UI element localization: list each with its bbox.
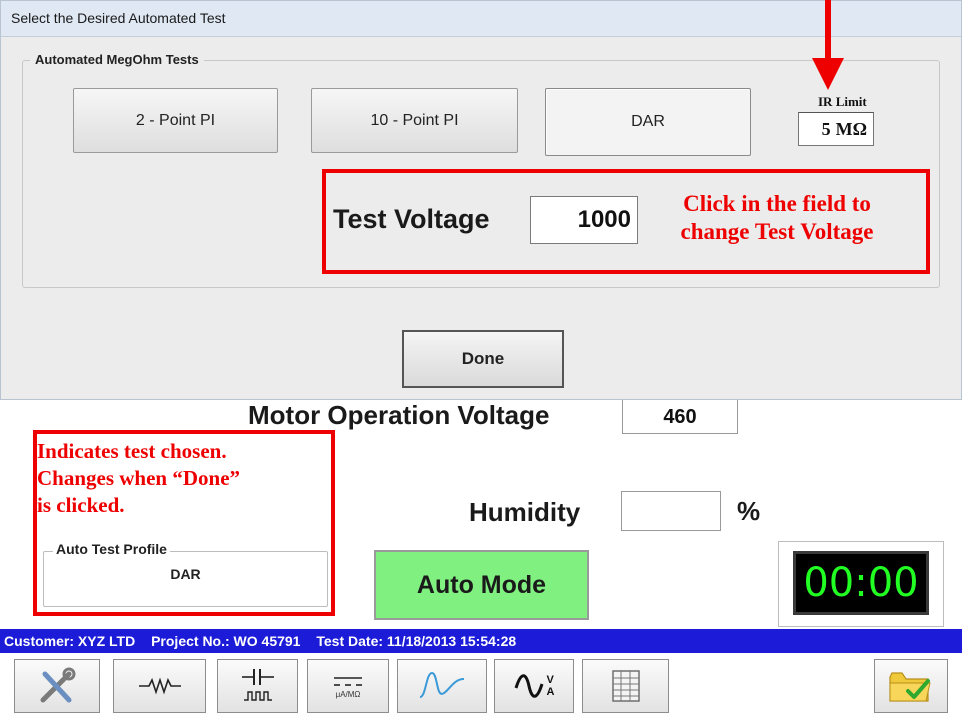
humidity-label: Humidity bbox=[469, 497, 581, 527]
grid-button[interactable] bbox=[582, 659, 669, 713]
volts-label: V bbox=[546, 674, 554, 686]
auto-mode-button[interactable]: Auto Mode bbox=[374, 550, 589, 620]
two-point-pi-button[interactable]: 2 - Point PI bbox=[73, 88, 278, 153]
dialog-title: Select the Desired Automated Test bbox=[11, 10, 226, 26]
capacitor-icon bbox=[238, 666, 278, 706]
ir-limit-arrow-icon bbox=[812, 0, 844, 90]
ir-limit-label: IR Limit bbox=[818, 94, 867, 109]
ten-point-pi-button[interactable]: 10 - Point PI bbox=[311, 88, 518, 153]
motor-operation-voltage-field[interactable]: 460 bbox=[622, 400, 738, 434]
callout-line: Changes when “Done” bbox=[37, 466, 241, 490]
resistor-icon bbox=[137, 676, 183, 696]
save-folder-button[interactable] bbox=[874, 659, 948, 713]
dar-button[interactable]: DAR bbox=[545, 88, 751, 156]
auto-test-profile-label: Auto Test Profile bbox=[53, 541, 170, 557]
done-button[interactable]: Done bbox=[402, 330, 564, 388]
ir-limit-unit: MΩ bbox=[835, 118, 867, 139]
humidity-field[interactable] bbox=[621, 491, 721, 531]
callout-line: change Test Voltage bbox=[680, 219, 874, 244]
auto-test-profile-value: DAR bbox=[170, 566, 201, 582]
groupbox-title: Automated MegOhm Tests bbox=[30, 52, 204, 67]
folder-check-icon bbox=[888, 667, 934, 705]
grid-icon bbox=[611, 669, 641, 703]
status-test-date: Test Date: 11/18/2013 15:54:28 bbox=[316, 633, 517, 649]
capacitance-button[interactable] bbox=[217, 659, 298, 713]
waveform-icon bbox=[416, 669, 468, 703]
ac-va-button[interactable]: V A bbox=[494, 659, 574, 713]
tools-icon bbox=[35, 666, 79, 706]
ua-mohm-icon: μA/MΩ bbox=[330, 674, 366, 699]
amps-label: A bbox=[546, 686, 555, 698]
callout-line: Indicates test chosen. bbox=[37, 439, 227, 463]
ua-mohm-label: μA/MΩ bbox=[335, 689, 361, 699]
status-bar: Customer: XYZ LTD Project No.: WO 45791 … bbox=[0, 629, 962, 653]
sine-va-icon: V A bbox=[514, 674, 555, 698]
status-customer: Customer: XYZ LTD bbox=[4, 633, 136, 649]
callout-line: Click in the field to bbox=[683, 191, 871, 216]
tools-button[interactable] bbox=[14, 659, 100, 713]
resistance-button[interactable] bbox=[113, 659, 206, 713]
waveform-button[interactable] bbox=[397, 659, 487, 713]
status-project: Project No.: WO 45791 bbox=[151, 633, 301, 649]
ir-limit-value: 5 bbox=[821, 118, 831, 139]
ua-mohm-button[interactable]: μA/MΩ bbox=[307, 659, 389, 713]
callout-line: is clicked. bbox=[37, 493, 125, 517]
timer-display: 00:00 bbox=[793, 551, 929, 615]
motor-operation-voltage-label: Motor Operation Voltage bbox=[248, 400, 550, 430]
test-voltage-callout-text: Click in the field to change Test Voltag… bbox=[632, 190, 922, 246]
ir-limit-field[interactable]: 5 MΩ bbox=[798, 112, 874, 146]
bottom-toolbar: μA/MΩ V A bbox=[0, 653, 962, 713]
humidity-unit: % bbox=[737, 496, 761, 526]
test-chosen-callout-text: Indicates test chosen. Changes when “Don… bbox=[37, 438, 337, 519]
